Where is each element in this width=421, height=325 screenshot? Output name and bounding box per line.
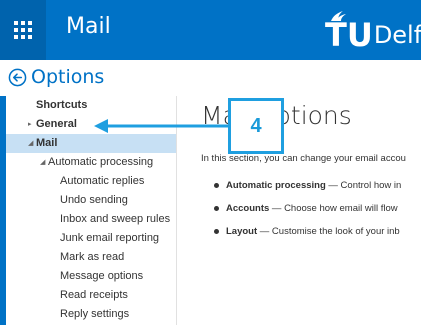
step-callout-badge: 4 bbox=[228, 98, 284, 154]
step-number: 4 bbox=[250, 114, 262, 137]
annotation-arrow bbox=[94, 119, 228, 133]
